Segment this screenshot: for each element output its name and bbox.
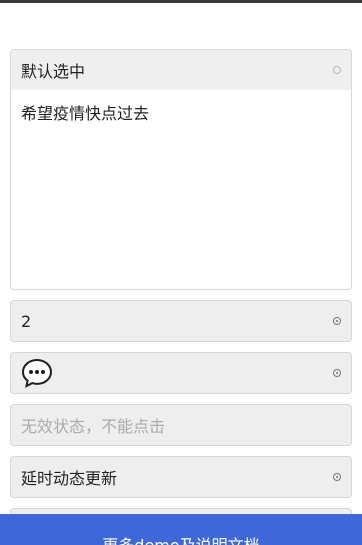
item-label: 延时动态更新 bbox=[21, 469, 118, 488]
chat-bubble-icon bbox=[21, 358, 53, 388]
item-label: 无效状态，不能点击 bbox=[21, 417, 166, 436]
radio-dot-icon[interactable] bbox=[333, 317, 341, 325]
item-row-chat[interactable] bbox=[10, 352, 352, 394]
top-status-strip bbox=[0, 0, 362, 3]
panel-title: 默认选中 bbox=[21, 62, 86, 81]
item-label: 2 bbox=[21, 311, 32, 331]
radio-icon[interactable] bbox=[333, 66, 341, 74]
panel-header[interactable]: 默认选中 bbox=[11, 50, 351, 90]
item-row-disabled: 无效状态，不能点击 bbox=[10, 404, 352, 446]
item-row-delayed-update[interactable]: 延时动态更新 bbox=[10, 456, 352, 498]
radio-dot-icon[interactable] bbox=[333, 473, 341, 481]
default-selected-panel: 默认选中 希望疫情快点过去 bbox=[10, 49, 352, 290]
item-row-number[interactable]: 2 bbox=[10, 300, 352, 342]
panel-content: 希望疫情快点过去 bbox=[21, 104, 150, 123]
radio-dot-icon[interactable] bbox=[333, 369, 341, 377]
more-docs-button[interactable]: 更多demo及说明文档 bbox=[0, 514, 362, 545]
more-docs-label: 更多demo及说明文档 bbox=[102, 532, 259, 545]
